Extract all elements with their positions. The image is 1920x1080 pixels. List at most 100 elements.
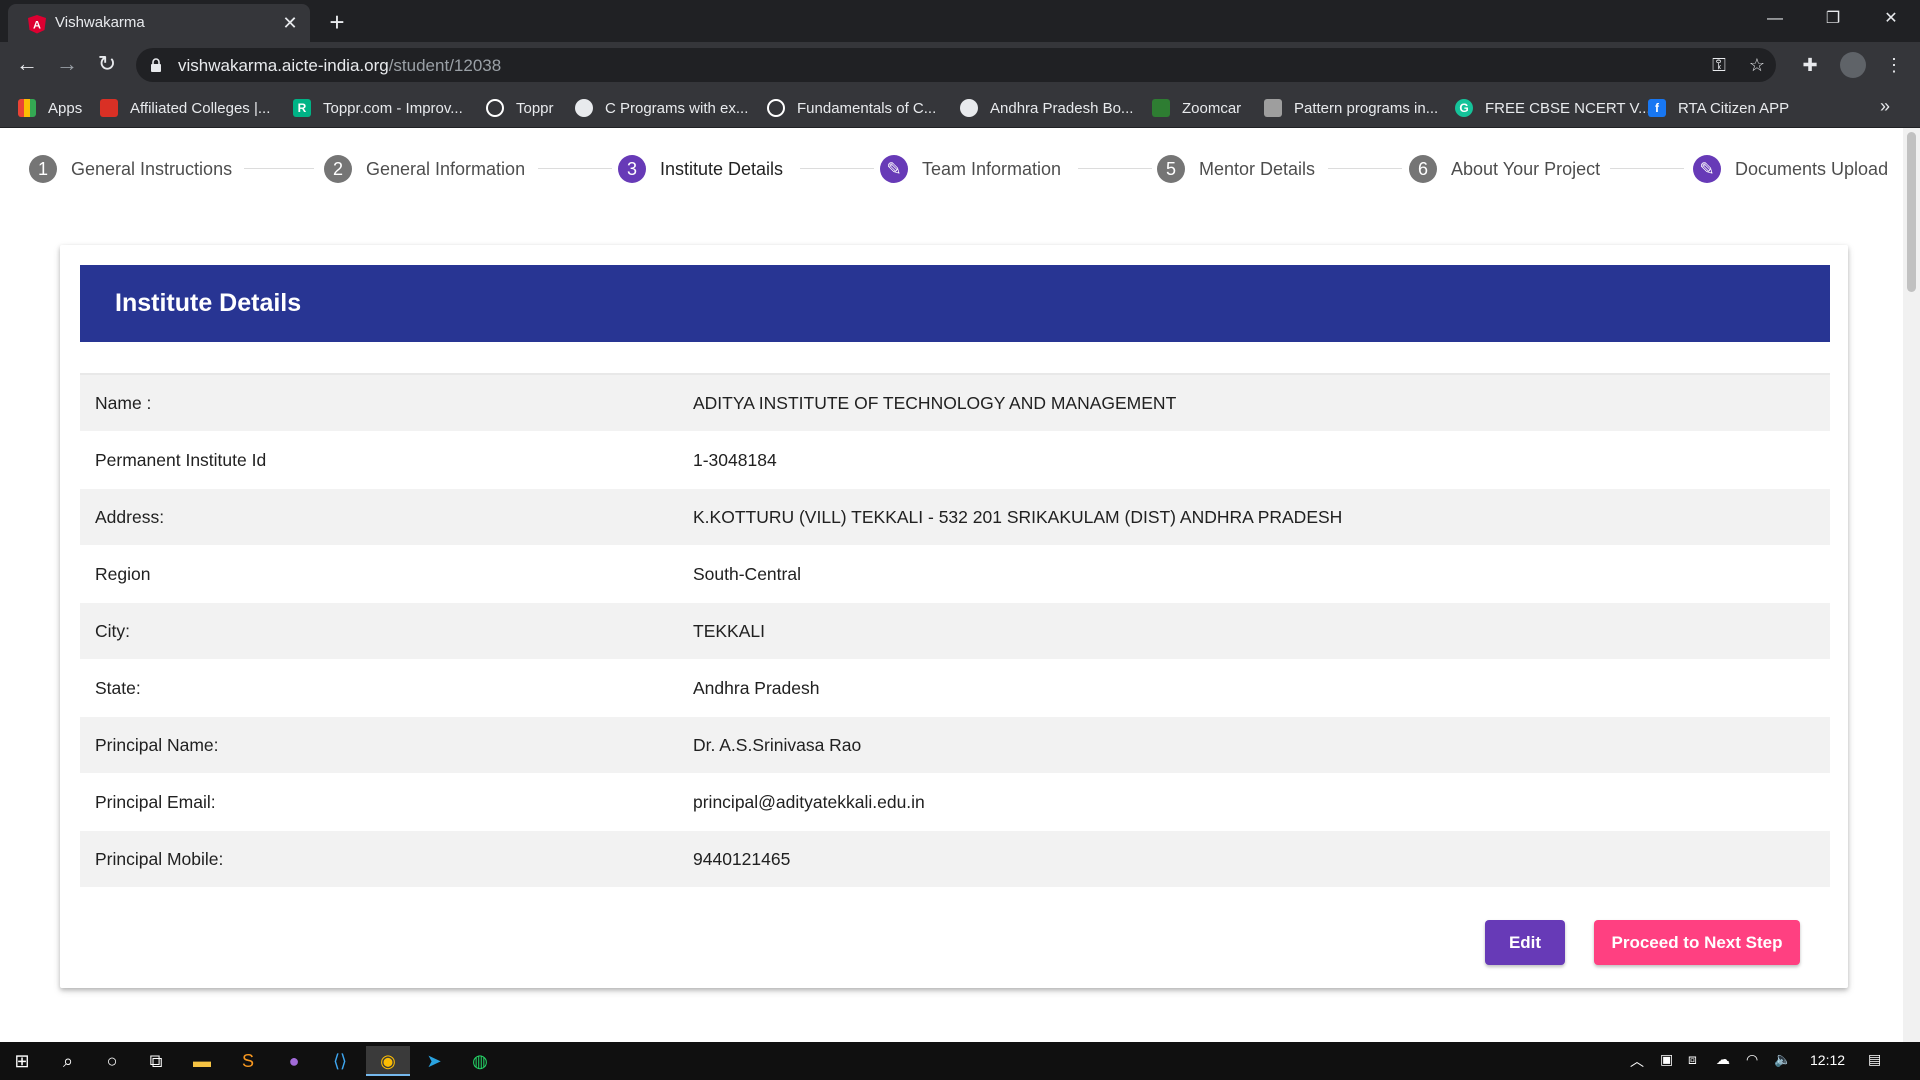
task-view-icon[interactable]: ⧉ bbox=[134, 1046, 178, 1076]
college-icon bbox=[100, 99, 118, 117]
detail-value: principal@adityatekkali.edu.in bbox=[693, 791, 925, 812]
institute-details-card: Institute Details Name : ADITYA INSTITUT… bbox=[60, 245, 1848, 988]
chrome-menu-icon[interactable]: ⋮ bbox=[1880, 51, 1908, 79]
step-team-information[interactable]: ✎ Team Information bbox=[880, 154, 1061, 184]
detail-row-name: Name : ADITYA INSTITUTE OF TECHNOLOGY AN… bbox=[80, 375, 1830, 432]
lock-icon bbox=[151, 58, 161, 72]
profile-avatar[interactable] bbox=[1840, 52, 1866, 78]
bookmark-fundamentals-c[interactable]: Fundamentals of C... bbox=[767, 96, 936, 120]
step-documents-upload[interactable]: ✎ Documents Upload bbox=[1693, 154, 1888, 184]
detail-value: 9440121465 bbox=[693, 848, 791, 869]
edit-button[interactable]: Edit bbox=[1485, 920, 1565, 965]
bookmark-label: Andhra Pradesh Bo... bbox=[990, 99, 1134, 117]
browser-toolbar: ← → ↻ vishwakarma.aicte-india.org/studen… bbox=[0, 42, 1920, 88]
bookmark-label: Fundamentals of C... bbox=[797, 99, 937, 117]
scrollbar-thumb[interactable] bbox=[1907, 132, 1916, 292]
step-general-information[interactable]: 2 General Information bbox=[324, 154, 525, 184]
step-institute-details[interactable]: 3 Institute Details bbox=[618, 154, 783, 184]
detail-value: TEKKALI bbox=[693, 620, 765, 641]
browser-tab[interactable]: A Vishwakarma ✕ bbox=[8, 4, 310, 42]
bookmark-label: RTA Citizen APP bbox=[1678, 99, 1790, 117]
detail-value: ADITYA INSTITUTE OF TECHNOLOGY AND MANAG… bbox=[693, 392, 1177, 413]
close-window-icon[interactable]: ✕ bbox=[1868, 0, 1914, 40]
reload-icon[interactable]: ↻ bbox=[92, 50, 122, 80]
detail-row-principal-name: Principal Name: Dr. A.S.Srinivasa Rao bbox=[80, 717, 1830, 774]
bookmark-cbse-ncert[interactable]: G FREE CBSE NCERT V... bbox=[1455, 96, 1651, 120]
step-mentor-details[interactable]: 5 Mentor Details bbox=[1157, 154, 1315, 184]
detail-label: Region bbox=[95, 563, 151, 584]
proceed-next-step-button[interactable]: Proceed to Next Step bbox=[1594, 920, 1800, 965]
wifi-icon[interactable]: ◠ bbox=[1746, 1051, 1758, 1068]
svg-text:A: A bbox=[33, 20, 41, 32]
step-general-instructions[interactable]: 1 General Instructions bbox=[29, 154, 232, 184]
screen-icon[interactable]: ⧈ bbox=[1688, 1051, 1697, 1068]
volume-muted-icon[interactable]: 🔈 bbox=[1774, 1051, 1791, 1068]
step-connector bbox=[1328, 168, 1402, 169]
page-scrollbar[interactable] bbox=[1903, 128, 1920, 1042]
bookmark-apps[interactable]: Apps bbox=[18, 96, 82, 120]
key-icon[interactable]: ⚿ bbox=[1708, 54, 1730, 76]
browser-titlebar: A Vishwakarma ✕ + — ❐ ✕ bbox=[0, 0, 1920, 42]
progress-stepper: 1 General Instructions 2 General Informa… bbox=[0, 128, 1903, 208]
bookmark-label: Apps bbox=[48, 99, 83, 117]
detail-row-institute-id: Permanent Institute Id 1-3048184 bbox=[80, 432, 1830, 489]
detail-row-principal-email: Principal Email: principal@adityatekkali… bbox=[80, 774, 1830, 831]
telegram-icon[interactable]: ➤ bbox=[412, 1046, 456, 1076]
bookmark-toppr[interactable]: Toppr bbox=[486, 96, 554, 120]
bookmark-andhra-pradesh[interactable]: Andhra Pradesh Bo... bbox=[960, 96, 1133, 120]
vscode-icon[interactable]: ⟨⟩ bbox=[318, 1046, 362, 1076]
tab-title: Vishwakarma bbox=[55, 14, 145, 31]
bookmarks-bar: Apps Affiliated Colleges |... R Toppr.co… bbox=[0, 88, 1920, 128]
file-explorer-icon[interactable]: ▬ bbox=[180, 1046, 224, 1076]
bookmark-star-icon[interactable]: ☆ bbox=[1746, 54, 1768, 76]
pattern-icon bbox=[1264, 99, 1282, 117]
new-tab-plus-icon[interactable]: + bbox=[322, 8, 352, 38]
bookmark-label: Zoomcar bbox=[1182, 99, 1242, 117]
bookmark-pattern-programs[interactable]: Pattern programs in... bbox=[1264, 96, 1438, 120]
minimize-icon[interactable]: — bbox=[1752, 0, 1798, 40]
step-label: Team Information bbox=[922, 158, 1062, 179]
notifications-icon[interactable]: ▤ bbox=[1868, 1051, 1881, 1068]
sublime-text-icon[interactable]: S bbox=[226, 1046, 270, 1076]
bookmark-zoomcar[interactable]: Zoomcar bbox=[1152, 96, 1241, 120]
whatsapp-icon[interactable]: ◍ bbox=[458, 1046, 502, 1076]
address-bar[interactable]: vishwakarma.aicte-india.org/student/1203… bbox=[136, 48, 1776, 82]
detail-row-address: Address: K.KOTTURU (VILL) TEKKALI - 532 … bbox=[80, 489, 1830, 546]
detail-row-region: Region South-Central bbox=[80, 546, 1830, 603]
toppr-icon: R bbox=[293, 99, 311, 117]
search-icon[interactable]: ⌕ bbox=[46, 1046, 90, 1076]
bookmark-toppr-improve[interactable]: R Toppr.com - Improv... bbox=[293, 96, 463, 120]
card-title: Institute Details bbox=[115, 289, 302, 317]
step-number: 3 bbox=[618, 155, 646, 183]
detail-label: Permanent Institute Id bbox=[95, 449, 267, 470]
forward-arrow-icon[interactable]: → bbox=[52, 50, 82, 80]
cortana-icon[interactable]: ○ bbox=[90, 1046, 134, 1076]
extensions-puzzle-icon[interactable]: ✚ bbox=[1796, 51, 1824, 79]
step-label: About Your Project bbox=[1451, 158, 1601, 179]
wordpress-icon bbox=[767, 99, 785, 117]
bookmark-rta-citizen[interactable]: f RTA Citizen APP bbox=[1648, 96, 1789, 120]
windows-start-icon[interactable]: ⊞ bbox=[0, 1046, 44, 1076]
bookmark-c-programs[interactable]: C Programs with ex... bbox=[575, 96, 748, 120]
detail-value: Dr. A.S.Srinivasa Rao bbox=[693, 734, 862, 755]
app-circle-icon[interactable]: ● bbox=[272, 1046, 316, 1076]
detail-value: South-Central bbox=[693, 563, 801, 584]
tray-chevron-up-icon[interactable]: ︿ bbox=[1630, 1051, 1644, 1071]
detail-value: K.KOTTURU (VILL) TEKKALI - 532 201 SRIKA… bbox=[693, 506, 1343, 527]
back-arrow-icon[interactable]: ← bbox=[12, 50, 42, 80]
taskbar-clock[interactable]: 12:12 bbox=[1810, 1052, 1845, 1068]
url-text: vishwakarma.aicte-india.org/student/1203… bbox=[178, 56, 501, 76]
detail-label: State: bbox=[95, 677, 141, 698]
onedrive-icon[interactable]: ☁ bbox=[1716, 1051, 1730, 1068]
tab-close-icon[interactable]: ✕ bbox=[278, 11, 302, 35]
step-label: Mentor Details bbox=[1199, 158, 1316, 179]
bookmarks-overflow-icon[interactable]: » bbox=[1880, 96, 1890, 117]
detail-label: Principal Email: bbox=[95, 791, 216, 812]
meet-now-icon[interactable]: ▣ bbox=[1660, 1051, 1673, 1068]
step-about-your-project[interactable]: 6 About Your Project bbox=[1409, 154, 1600, 184]
chrome-icon[interactable]: ◉ bbox=[366, 1046, 410, 1076]
bookmark-affiliated-colleges[interactable]: Affiliated Colleges |... bbox=[100, 96, 270, 120]
restore-icon[interactable]: ❐ bbox=[1810, 0, 1856, 40]
apps-grid-icon bbox=[18, 99, 36, 117]
bookmark-label: FREE CBSE NCERT V... bbox=[1485, 99, 1651, 117]
